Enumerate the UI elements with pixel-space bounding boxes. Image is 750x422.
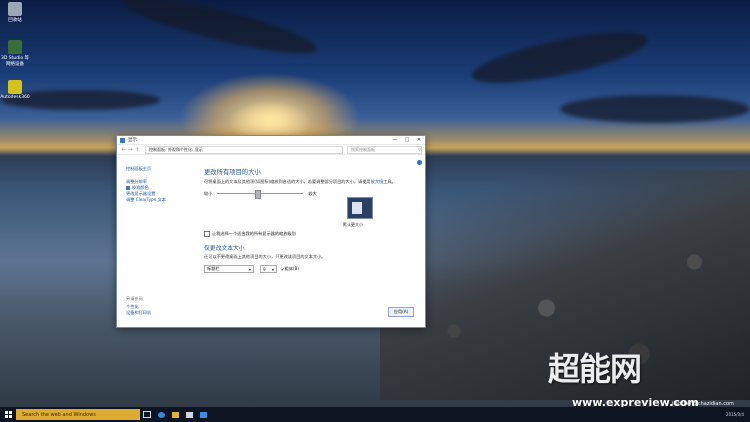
desktop-icon-label: 回收站	[8, 18, 22, 23]
size-select-value: 9	[263, 266, 266, 272]
app-shortcut-icon	[8, 40, 22, 54]
search-placeholder: 搜索控制面板	[351, 146, 375, 152]
help-icon[interactable]	[417, 160, 422, 165]
desktop-icon-3dstudio[interactable]: 3D Studio 等 网络设备	[0, 40, 30, 67]
breadcrumb-display[interactable]: 显示	[192, 147, 203, 153]
display-settings-window: 显示 — □ ✕ ← → ↑ 控制面板 外观和个性化 显示 搜索控制面板 ⚲ 控…	[116, 135, 426, 328]
display-app-icon	[120, 137, 125, 143]
see-also-section: 另请参阅 个性化 设备和打印机	[126, 296, 151, 316]
apply-button[interactable]: 应用(A)	[388, 307, 414, 317]
sidebar-item-cleartype[interactable]: 调整 ClearType 文本	[126, 197, 196, 203]
bold-label: 粗体(B)	[284, 266, 300, 271]
desktop-icon-recycle-bin[interactable]: 回收站	[0, 2, 30, 23]
breadcrumb-appearance[interactable]: 外观和个性化	[165, 147, 192, 153]
chevron-down-icon: ▾	[271, 266, 274, 272]
custom-scaling-checkbox[interactable]	[204, 230, 210, 237]
taskbar-search-input[interactable]: Search the web and Windows	[16, 409, 140, 420]
clock-date: 2015/3/4	[726, 412, 744, 417]
start-button[interactable]	[0, 407, 16, 422]
cloud-shape	[119, 0, 321, 64]
task-view-icon[interactable]	[140, 407, 154, 422]
address-bar: ← → ↑ 控制面板 外观和个性化 显示 搜索控制面板 ⚲	[117, 145, 425, 155]
desktop-icon-label: 3D Studio 等 网络设备	[0, 56, 30, 67]
see-also-devices[interactable]: 设备和打印机	[126, 310, 151, 316]
search-input[interactable]: 搜索控制面板 ⚲	[347, 145, 422, 154]
breadcrumb[interactable]: 控制面板 外观和个性化 显示	[145, 145, 343, 154]
custom-scaling-label: 让我选择一个适合我的所有显示器的缩放级别	[212, 230, 296, 236]
text-size-description: 还可以不更改桌面上其他项目的大小，只更改该项目的文本大小。	[204, 253, 326, 259]
close-button[interactable]: ✕	[413, 136, 425, 144]
display-taskbar-icon[interactable]	[196, 407, 210, 422]
forward-arrow-icon[interactable]: →	[127, 147, 134, 153]
page-title: 更改所有项目的大小	[204, 169, 261, 176]
custom-scaling-option[interactable]: 让我选择一个适合我的所有显示器的缩放级别	[204, 230, 419, 237]
size-select[interactable]: 9 ▾	[260, 265, 277, 273]
up-arrow-icon[interactable]: ↑	[134, 147, 141, 153]
item-select-value: 标题栏	[207, 266, 220, 271]
sidebar: 控制面板主页 调整分辨率 校准颜色 更改显示器设置 调整 ClearType 文…	[126, 166, 196, 203]
size-slider-row: 较小 较大	[204, 190, 419, 199]
app-shortcut-icon	[8, 80, 22, 94]
main-content: 更改所有项目的大小 可将桌面上的文本及其他项(如图标)缩放到合适的大小，若要调整…	[204, 167, 419, 273]
breadcrumb-control-panel[interactable]: 控制面板	[149, 147, 165, 153]
preview-window-shape	[352, 202, 362, 214]
display-preview-icon	[347, 197, 373, 219]
window-title: 显示	[128, 138, 137, 143]
file-explorer-icon[interactable]	[168, 407, 182, 422]
watermark-logo: 超能网	[548, 350, 642, 388]
maximize-button[interactable]: □	[401, 136, 413, 144]
text-size-controls: 标题栏 ▾ 9 ▾ ✔ 粗体(B)	[204, 265, 419, 273]
minimize-button[interactable]: —	[389, 136, 401, 144]
back-arrow-icon[interactable]: ←	[120, 147, 127, 153]
windows-logo-icon	[4, 411, 12, 418]
see-also-heading: 另请参阅	[126, 296, 143, 301]
description-suffix: 工具。	[383, 179, 396, 184]
cloud-shape	[560, 95, 750, 123]
description-text: 可将桌面上的文本及其他项(如图标)缩放到合适的大小，若要调整部分项目的大小，请使…	[204, 179, 371, 184]
item-select[interactable]: 标题栏 ▾	[204, 265, 254, 273]
search-icon: ⚲	[418, 147, 421, 152]
desktop-icon-autodesk[interactable]: Autodesk360	[0, 80, 30, 100]
sidebar-item-label: 校准颜色	[132, 185, 149, 190]
chevron-down-icon: ▾	[248, 266, 251, 272]
recycle-bin-icon	[8, 2, 22, 16]
slider-thumb[interactable]	[255, 190, 262, 199]
slider-max-label: 较大	[308, 190, 317, 196]
slider-min-label: 较小	[204, 190, 213, 196]
magnifier-link[interactable]: 放大镜	[371, 179, 384, 184]
store-icon[interactable]	[182, 407, 196, 422]
taskbar-search-placeholder: Search the web and Windows	[22, 411, 96, 418]
bold-option[interactable]: ✔ 粗体(B)	[281, 266, 299, 272]
text-size-heading: 仅更改文本大小	[204, 245, 245, 252]
size-description: 可将桌面上的文本及其他项(如图标)缩放到合适的大小，若要调整部分项目的大小，请使…	[204, 179, 419, 185]
taskbar: Search the web and Windows 2015/3/4	[0, 407, 750, 422]
preview-label: 默认更大小	[343, 222, 363, 227]
sidebar-home-link[interactable]: 控制面板主页	[126, 166, 196, 172]
browser-icon[interactable]	[154, 407, 168, 422]
desktop-icon-label: Autodesk360	[0, 95, 30, 100]
system-clock[interactable]: 2015/3/4	[726, 412, 744, 417]
size-slider[interactable]	[217, 190, 304, 199]
cloud-shape	[468, 21, 652, 94]
window-titlebar[interactable]: 显示 — □ ✕	[117, 136, 425, 145]
shield-icon	[126, 186, 130, 190]
